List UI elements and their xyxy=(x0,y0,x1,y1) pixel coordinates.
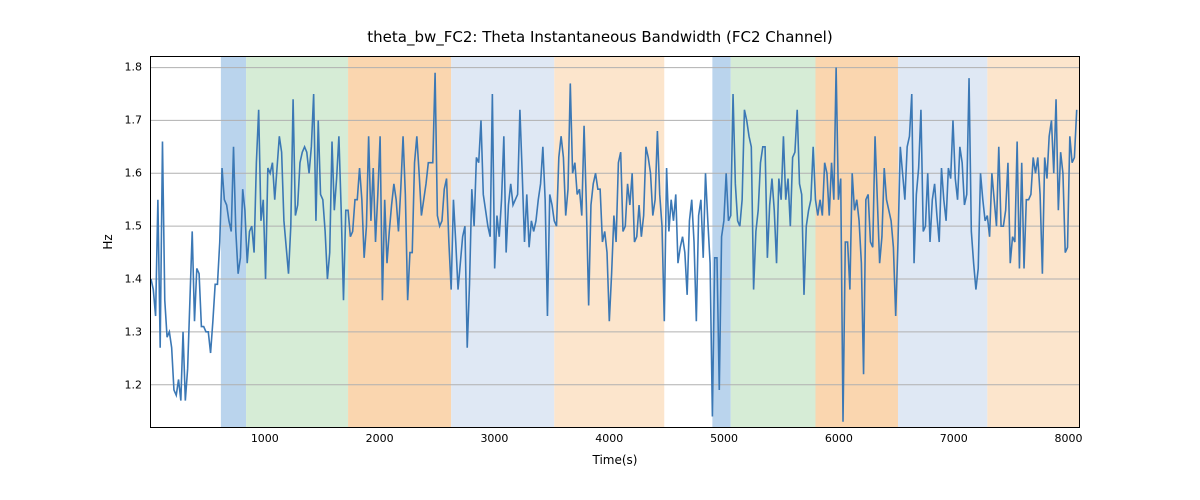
x-tick-label: 1000 xyxy=(251,432,279,445)
y-tick-label: 1.7 xyxy=(112,113,142,126)
y-tick-label: 1.8 xyxy=(112,60,142,73)
y-tick-label: 1.2 xyxy=(112,379,142,392)
chart-figure: theta_bw_FC2: Theta Instantaneous Bandwi… xyxy=(0,0,1200,500)
y-axis-label: Hz xyxy=(101,234,115,249)
line-series xyxy=(151,57,1079,427)
y-tick-label: 1.3 xyxy=(112,326,142,339)
x-tick-label: 2000 xyxy=(366,432,394,445)
y-tick-label: 1.6 xyxy=(112,166,142,179)
series-line xyxy=(151,68,1077,422)
x-axis-label: Time(s) xyxy=(593,453,638,467)
x-tick-label: 3000 xyxy=(480,432,508,445)
y-tick-label: 1.4 xyxy=(112,273,142,286)
x-tick-label: 6000 xyxy=(825,432,853,445)
x-tick-label: 4000 xyxy=(595,432,623,445)
x-tick-label: 7000 xyxy=(940,432,968,445)
y-tick-label: 1.5 xyxy=(112,220,142,233)
axes xyxy=(150,56,1080,428)
x-tick-label: 8000 xyxy=(1055,432,1083,445)
x-tick-label: 5000 xyxy=(710,432,738,445)
chart-title: theta_bw_FC2: Theta Instantaneous Bandwi… xyxy=(0,28,1200,46)
